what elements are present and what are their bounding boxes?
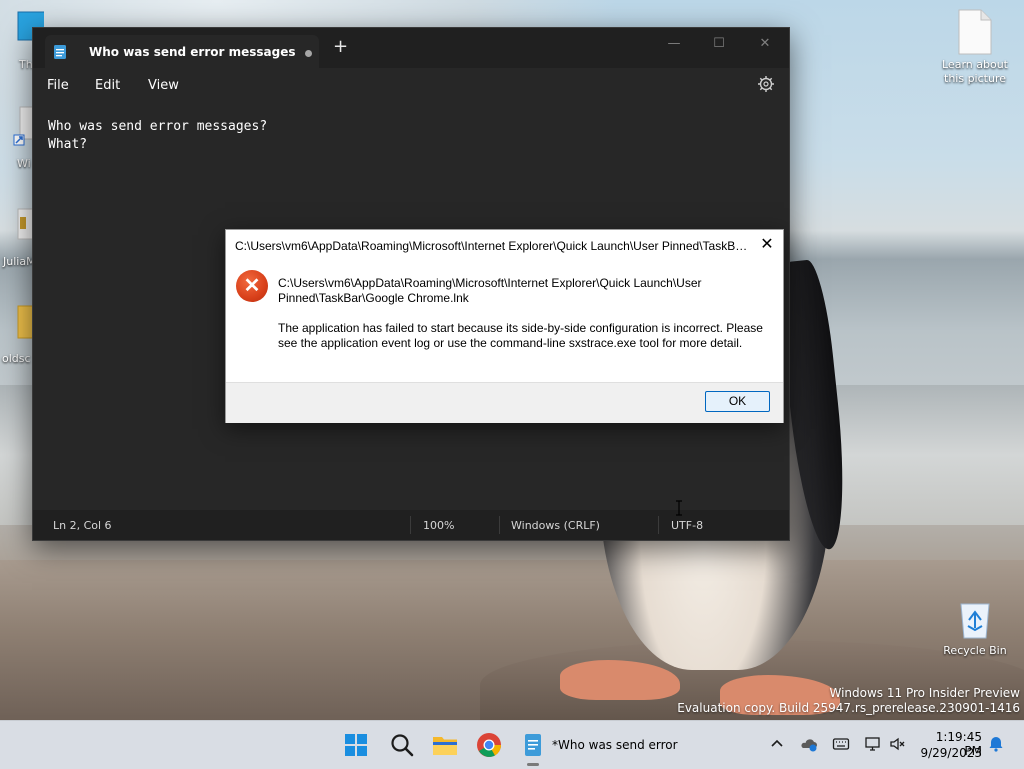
clock-date[interactable]: 9/29/2023 <box>920 746 982 760</box>
dialog-title: C:\Users\vm6\AppData\Roaming\Microsoft\I… <box>235 239 750 253</box>
status-separator <box>499 516 500 534</box>
status-encoding[interactable]: UTF-8 <box>671 519 703 532</box>
keyboard-icon[interactable] <box>832 735 850 753</box>
menu-edit[interactable]: Edit <box>95 78 120 93</box>
dialog-close-button[interactable]: ✕ <box>756 235 778 255</box>
desktop-icon-label: Wi <box>17 157 31 170</box>
dialog-footer: OK <box>226 382 783 423</box>
notepad-tab-title: Who was send error messages <box>89 45 296 59</box>
taskbar-notepad-label[interactable]: *Who was send error m <box>552 738 682 752</box>
chevron-up-icon[interactable] <box>768 735 786 753</box>
file-explorer-icon[interactable] <box>431 731 459 759</box>
editor-line-2: What? <box>48 137 88 152</box>
status-separator <box>658 516 659 534</box>
watermark-line-2: Evaluation copy. Build 25947.rs_prerelea… <box>677 701 1020 715</box>
menu-view[interactable]: View <box>148 78 179 93</box>
settings-gear-icon[interactable] <box>757 75 775 93</box>
error-dialog[interactable]: C:\Users\vm6\AppData\Roaming\Microsoft\I… <box>225 229 784 423</box>
error-icon: ✕ <box>236 270 268 302</box>
recycle-bin-icon <box>960 603 990 639</box>
desktop-icon-label: Learn about this picture <box>942 58 1008 85</box>
text-cursor-icon <box>676 500 682 516</box>
desktop-icon-label: Th <box>19 58 33 71</box>
status-separator <box>410 516 411 534</box>
onedrive-icon[interactable] <box>800 735 818 753</box>
unsaved-dot-icon[interactable] <box>305 50 312 57</box>
minimize-button[interactable]: — <box>659 34 689 54</box>
volume-muted-icon[interactable] <box>889 735 907 753</box>
desktop-icon-learn-about-picture[interactable]: Learn about this picture <box>938 8 1012 86</box>
notepad-icon <box>54 45 66 59</box>
maximize-button[interactable]: ☐ <box>704 34 734 54</box>
status-cursor-position[interactable]: Ln 2, Col 6 <box>53 519 112 532</box>
dialog-message: The application has failed to start beca… <box>278 321 763 350</box>
notepad-titlebar[interactable]: Who was send error messages + — ☐ ✕ <box>33 28 789 68</box>
status-zoom[interactable]: 100% <box>423 519 454 532</box>
close-button[interactable]: ✕ <box>750 34 780 54</box>
os-watermark: Windows 11 Pro Insider Preview Evaluatio… <box>677 686 1020 716</box>
document-icon <box>958 9 992 55</box>
watermark-line-1: Windows 11 Pro Insider Preview <box>829 686 1020 700</box>
desktop-icon-label: oldsc <box>2 352 31 365</box>
taskbar: *Who was send error m 1:19:45 PM 9/29/20… <box>0 720 1024 769</box>
desktop-icon-label: JuliaM <box>3 255 36 268</box>
notepad-icon[interactable] <box>519 731 547 759</box>
dialog-path-text: C:\Users\vm6\AppData\Roaming\Microsoft\I… <box>278 276 702 305</box>
search-icon[interactable] <box>388 731 416 759</box>
network-icon[interactable] <box>864 735 882 753</box>
ok-button[interactable]: OK <box>705 391 770 412</box>
desktop-icon-label: Recycle Bin <box>943 644 1007 657</box>
editor-line-1: Who was send error messages? <box>48 119 268 134</box>
status-line-ending[interactable]: Windows (CRLF) <box>511 519 600 532</box>
notepad-menubar: File Edit View <box>33 68 789 104</box>
desktop-icon-recycle-bin[interactable]: Recycle Bin <box>938 598 1012 657</box>
menu-file[interactable]: File <box>47 78 69 93</box>
notepad-tab[interactable]: Who was send error messages <box>45 35 319 68</box>
notification-bell-icon[interactable] <box>987 735 1005 753</box>
chrome-icon[interactable] <box>475 731 503 759</box>
start-icon[interactable] <box>342 731 370 759</box>
active-app-indicator <box>527 763 539 766</box>
new-tab-button[interactable]: + <box>333 38 348 56</box>
